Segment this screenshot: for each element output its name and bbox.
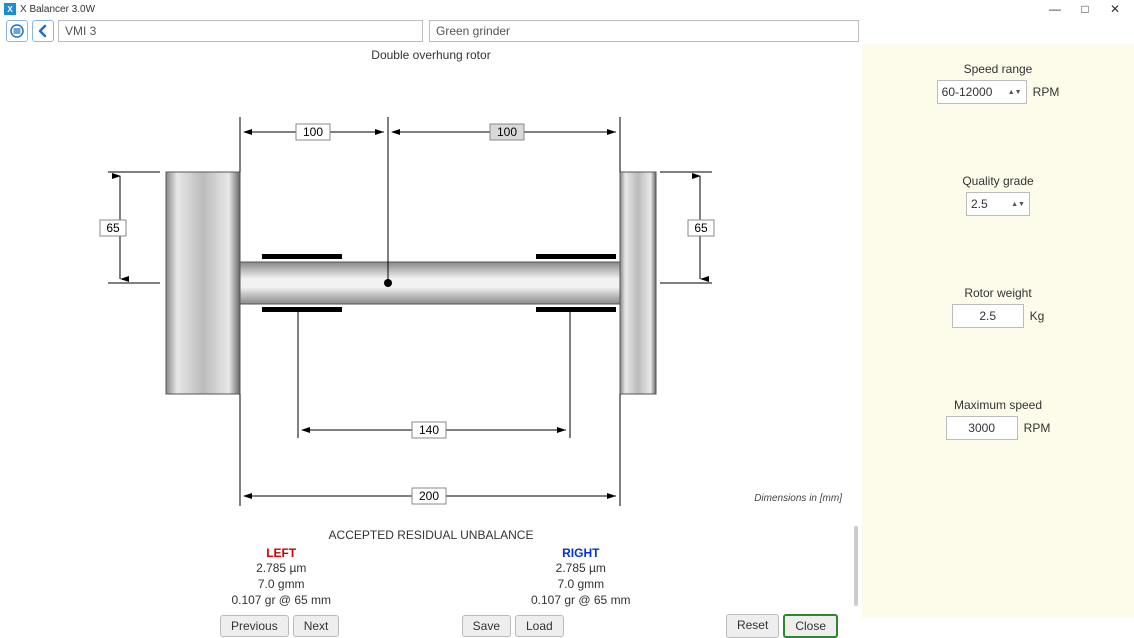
spinner-icon[interactable]: ▲▼ [1008, 89, 1022, 96]
dim-side-right: 65 [694, 221, 708, 235]
load-button[interactable]: Load [515, 615, 564, 637]
speed-range-unit: RPM [1033, 85, 1060, 99]
dim-mid: 140 [419, 423, 439, 437]
back-icon[interactable] [32, 20, 54, 42]
next-button[interactable]: Next [293, 615, 340, 637]
previous-button[interactable]: Previous [220, 615, 289, 637]
diagram-area: Double overhung rotor [0, 44, 862, 618]
quality-grade-label: Quality grade [886, 174, 1110, 188]
maximize-button[interactable]: □ [1070, 2, 1100, 16]
max-speed-block: Maximum speed 3000 RPM [886, 398, 1110, 440]
speed-range-block: Speed range 60-12000 ▲▼ RPM [886, 62, 1110, 104]
rotor-weight-input[interactable]: 2.5 [952, 304, 1024, 328]
speed-range-input[interactable]: 60-12000 ▲▼ [937, 80, 1027, 104]
residual-left-v3: 0.107 gr @ 65 mm [231, 592, 331, 608]
residual-right-v1: 2.785 µm [531, 560, 631, 576]
app-icon: X [4, 3, 16, 15]
parameters-panel: Speed range 60-12000 ▲▼ RPM Quality grad… [862, 44, 1134, 618]
scrollbar[interactable] [854, 526, 858, 606]
dim-top-left: 100 [303, 125, 323, 139]
max-speed-unit: RPM [1024, 421, 1051, 435]
dimensions-note: Dimensions in [mm] [754, 493, 842, 504]
minimize-button[interactable]: — [1040, 2, 1070, 16]
speed-range-label: Speed range [886, 62, 1110, 76]
save-button[interactable]: Save [462, 615, 511, 637]
rotor-weight-unit: Kg [1030, 309, 1045, 323]
quality-grade-block: Quality grade 2.5 ▲▼ [886, 174, 1110, 216]
residual-title: ACCEPTED RESIDUAL UNBALANCE [20, 528, 842, 542]
project-name-input[interactable] [58, 20, 423, 42]
diagram-title: Double overhung rotor [0, 48, 862, 62]
reset-button[interactable]: Reset [726, 614, 779, 638]
max-speed-input[interactable]: 3000 [946, 416, 1018, 440]
residual-right-head: RIGHT [531, 546, 631, 560]
residual-right-v3: 0.107 gr @ 65 mm [531, 592, 631, 608]
rotor-weight-label: Rotor weight [886, 286, 1110, 300]
window-titlebar: X X Balancer 3.0W — □ ✕ [0, 0, 1134, 18]
residual-section: ACCEPTED RESIDUAL UNBALANCE LEFT 2.785 µ… [0, 524, 862, 618]
rotor-weight-block: Rotor weight 2.5 Kg [886, 286, 1110, 328]
residual-left-v2: 7.0 gmm [231, 576, 331, 592]
residual-left-col: LEFT 2.785 µm 7.0 gmm 0.107 gr @ 65 mm [231, 546, 331, 608]
machine-name-input[interactable] [429, 20, 859, 42]
dim-side-left: 65 [106, 221, 120, 235]
residual-right-v2: 7.0 gmm [531, 576, 631, 592]
menu-icon[interactable] [6, 20, 28, 42]
residual-left-v1: 2.785 µm [231, 560, 331, 576]
quality-grade-input[interactable]: 2.5 ▲▼ [966, 192, 1030, 216]
dim-bottom: 200 [419, 489, 439, 503]
top-toolbar [0, 18, 1134, 44]
residual-right-col: RIGHT 2.785 µm 7.0 gmm 0.107 gr @ 65 mm [531, 546, 631, 608]
spinner-icon[interactable]: ▲▼ [1011, 201, 1025, 208]
residual-left-head: LEFT [231, 546, 331, 560]
close-button[interactable]: Close [783, 614, 838, 638]
dim-top-right: 100 [497, 125, 517, 139]
close-window-button[interactable]: ✕ [1100, 2, 1130, 16]
window-title: X Balancer 3.0W [20, 4, 95, 15]
max-speed-label: Maximum speed [886, 398, 1110, 412]
rotor-diagram: 100 100 65 65 [0, 72, 862, 512]
